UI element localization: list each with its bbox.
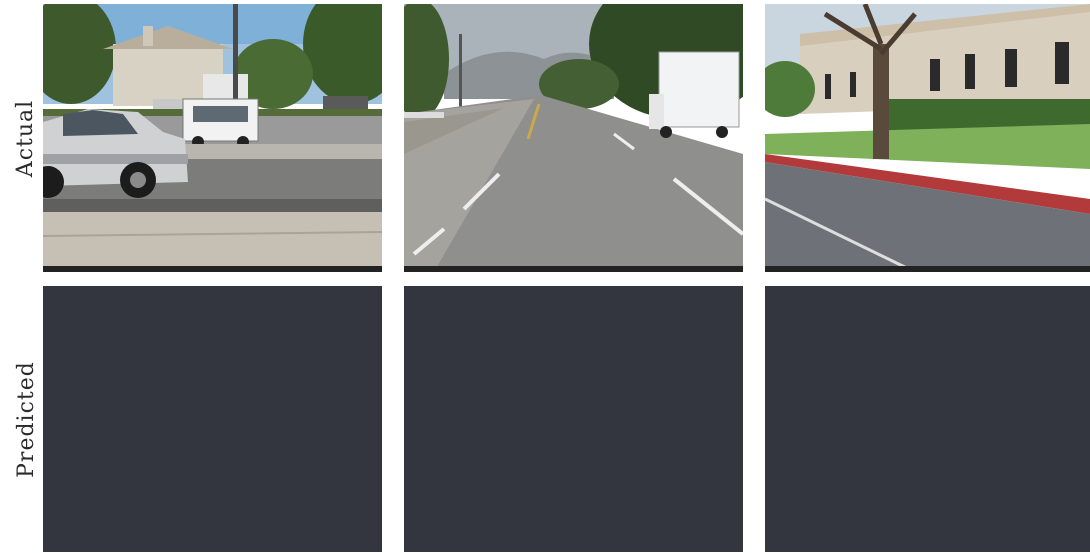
row-label-actual-text: Actual [13,99,39,177]
predicted-image-1 [43,286,382,552]
row-label-predicted-text: Predicted [13,360,39,478]
row-label-actual: Actual [12,4,40,272]
actual-image-2 [404,4,743,272]
actual-image-3 [765,4,1090,272]
predicted-image-3 [765,286,1090,552]
actual-image-1-scene [43,4,382,272]
actual-image-3-scene [765,4,1090,272]
predicted-image-2 [404,286,743,552]
row-label-predicted: Predicted [12,286,40,552]
actual-image-2-scene [404,4,743,272]
actual-image-1 [43,4,382,272]
